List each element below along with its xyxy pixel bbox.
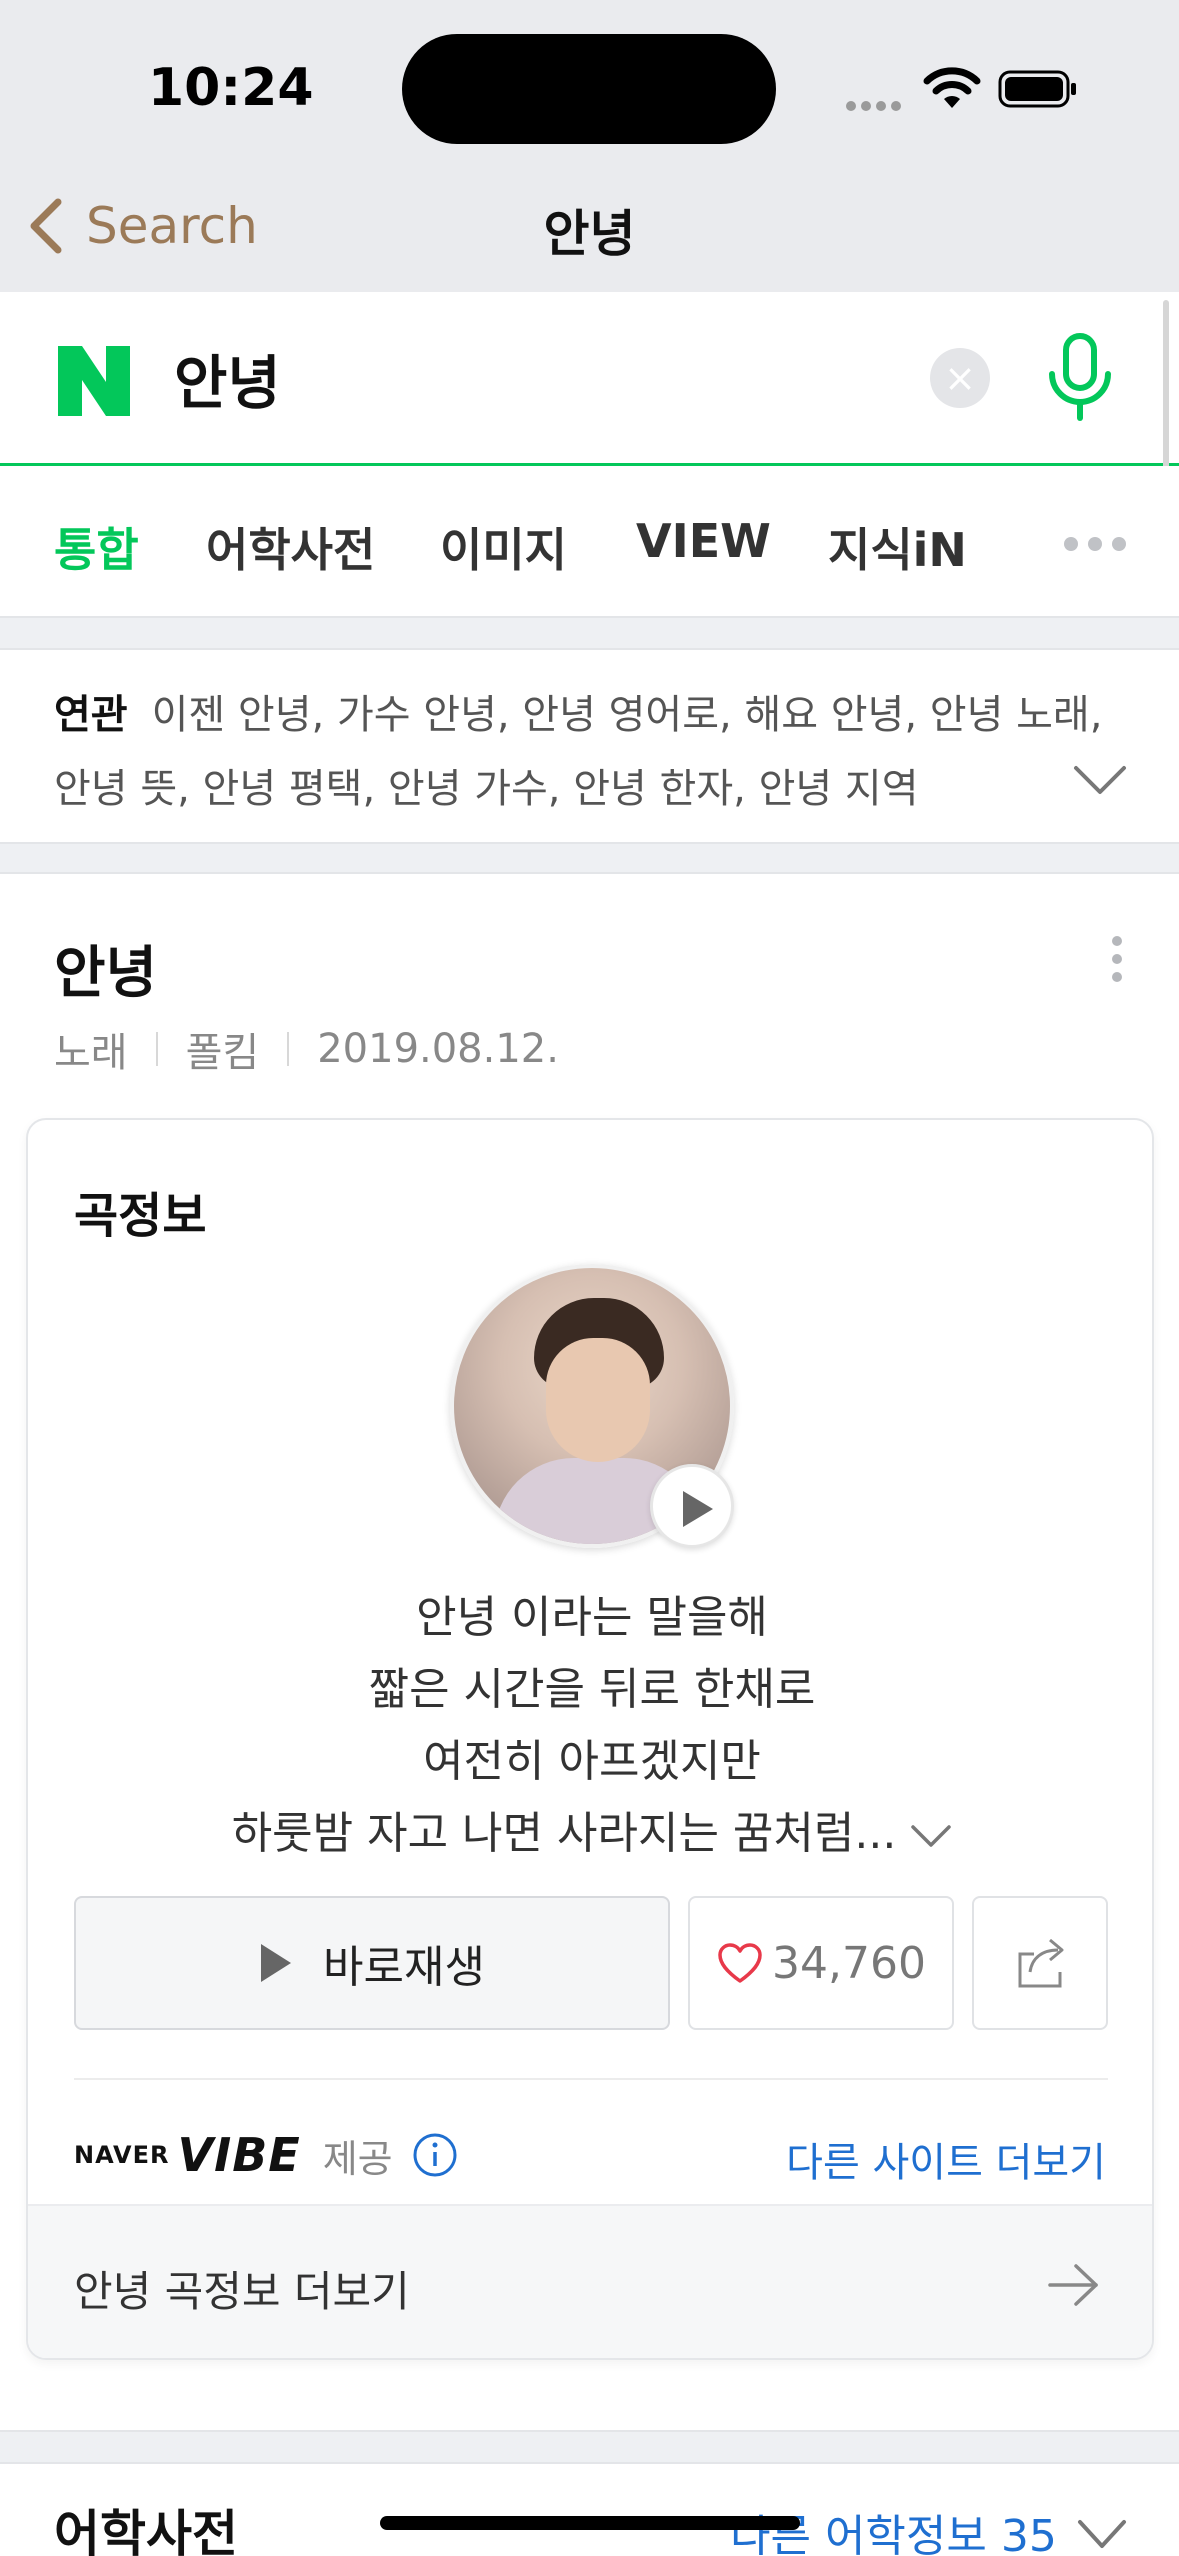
- play-icon: [683, 1491, 713, 1527]
- related-searches: 연관 이젠 안녕, 가수 안녕, 안녕 영어로, 해요 안녕, 안녕 노래, 안녕…: [0, 650, 1179, 842]
- song-title[interactable]: 안녕: [54, 928, 157, 1009]
- mic-icon[interactable]: [1046, 332, 1114, 424]
- naver-n-logo[interactable]: [58, 346, 130, 416]
- song-meta: 노래 폴킴 2019.08.12.: [54, 1020, 559, 1078]
- battery-icon: [998, 70, 1076, 108]
- nav-title: 안녕: [543, 205, 636, 263]
- song-info-card: 곡정보 안녕 이라는 말을해 짧은 시간을 뒤로 한채로 여전히 아프겠지만 하…: [26, 1118, 1154, 2360]
- related-line-2[interactable]: 안녕 뜻, 안녕 평택, 안녕 가수, 안녕 한자, 안녕 지역: [54, 766, 919, 812]
- section-divider: [0, 2430, 1179, 2464]
- lyric-line: 하룻밤 자고 나면 사라지는 꿈처럼...: [231, 1808, 897, 1859]
- related-line-1[interactable]: 이젠 안녕, 가수 안녕, 안녕 영어로, 해요 안녕, 안녕 노래,: [152, 692, 1103, 738]
- play-now-label: 바로재생: [323, 1942, 485, 1993]
- search-bar: 안녕 ×: [0, 292, 1179, 466]
- more-dots-icon[interactable]: [1064, 536, 1136, 555]
- share-icon: [1018, 1938, 1064, 1988]
- search-tabs: 통합 어학사전 이미지 VIEW 지식iN: [0, 466, 1179, 616]
- dictionary-section: 어학사전 다른 어학정보 35: [0, 2464, 1179, 2556]
- tab-knowledge-in[interactable]: 지식iN: [828, 514, 967, 580]
- album-play-button[interactable]: [650, 1464, 734, 1548]
- song-section: 안녕 노래 폴킴 2019.08.12. 곡정보 안녕 이라는 말을해 짧은 시…: [0, 874, 1179, 2430]
- naver-wordmark: NAVER: [74, 2141, 170, 2169]
- provider-suffix: 제공: [322, 2136, 393, 2181]
- heart-icon: [718, 1943, 762, 1983]
- card-divider: [74, 2078, 1108, 2080]
- top-bar: 10:24 Search 안녕: [0, 0, 1179, 292]
- song-type: 노래: [54, 1030, 128, 1076]
- chevron-down-icon[interactable]: [1072, 762, 1128, 798]
- cellular-signal-icon: [846, 96, 906, 115]
- other-sites-link[interactable]: 다른 사이트 더보기: [786, 2130, 1106, 2188]
- vibe-logo: VIBE: [177, 2128, 301, 2182]
- wifi-icon: [923, 67, 981, 108]
- lyric-line: 안녕 이라는 말을해: [416, 1592, 768, 1643]
- info-icon[interactable]: [411, 2131, 459, 2179]
- home-indicator[interactable]: [380, 2516, 800, 2530]
- lyric-last-line[interactable]: 하룻밤 자고 나면 사라지는 꿈처럼...: [28, 1798, 1152, 1870]
- provider-row: NAVER VIBE 제공: [74, 2120, 459, 2190]
- lyric-line: 여전히 아프겠지만: [423, 1736, 761, 1787]
- section-divider: [0, 842, 1179, 874]
- card-title: 곡정보: [74, 1188, 207, 1244]
- lyric-line: 짧은 시간을 뒤로 한채로: [368, 1664, 816, 1715]
- related-keywords[interactable]: 연관 이젠 안녕, 가수 안녕, 안녕 영어로, 해요 안녕, 안녕 노래, 안녕…: [54, 678, 1114, 826]
- song-date: 2019.08.12.: [317, 1026, 559, 1072]
- chevron-down-icon[interactable]: [910, 1823, 952, 1849]
- tab-dictionary[interactable]: 어학사전: [206, 514, 375, 580]
- song-info-more-row[interactable]: 안녕 곡정보 더보기: [28, 2204, 1152, 2358]
- play-now-button[interactable]: 바로재생: [74, 1896, 670, 2030]
- section-divider: [0, 616, 1179, 650]
- like-count: 34,760: [772, 1937, 926, 1989]
- share-button[interactable]: [972, 1896, 1108, 2030]
- search-input[interactable]: 안녕: [174, 336, 281, 420]
- chevron-down-icon[interactable]: [1076, 2518, 1128, 2550]
- tab-integrated[interactable]: 통합: [54, 514, 139, 580]
- dictionary-title[interactable]: 어학사전: [54, 2494, 238, 2556]
- related-label: 연관: [54, 692, 128, 738]
- song-artist[interactable]: 폴킴: [186, 1020, 260, 1078]
- play-icon: [261, 1944, 292, 1982]
- lyrics-preview: 안녕 이라는 말을해 짧은 시간을 뒤로 한채로 여전히 아프겠지만 하룻밤 자…: [28, 1582, 1152, 1870]
- tab-images[interactable]: 이미지: [440, 514, 567, 580]
- kebab-icon[interactable]: [1112, 936, 1122, 990]
- status-time: 10:24: [148, 58, 314, 118]
- dynamic-island: [402, 34, 776, 144]
- like-button[interactable]: 34,760: [688, 1896, 954, 2030]
- clear-icon[interactable]: ×: [930, 348, 990, 408]
- arrow-right-icon: [1048, 2264, 1098, 2306]
- song-info-more-label: 안녕 곡정보 더보기: [74, 2267, 410, 2316]
- tab-view[interactable]: VIEW: [636, 514, 771, 568]
